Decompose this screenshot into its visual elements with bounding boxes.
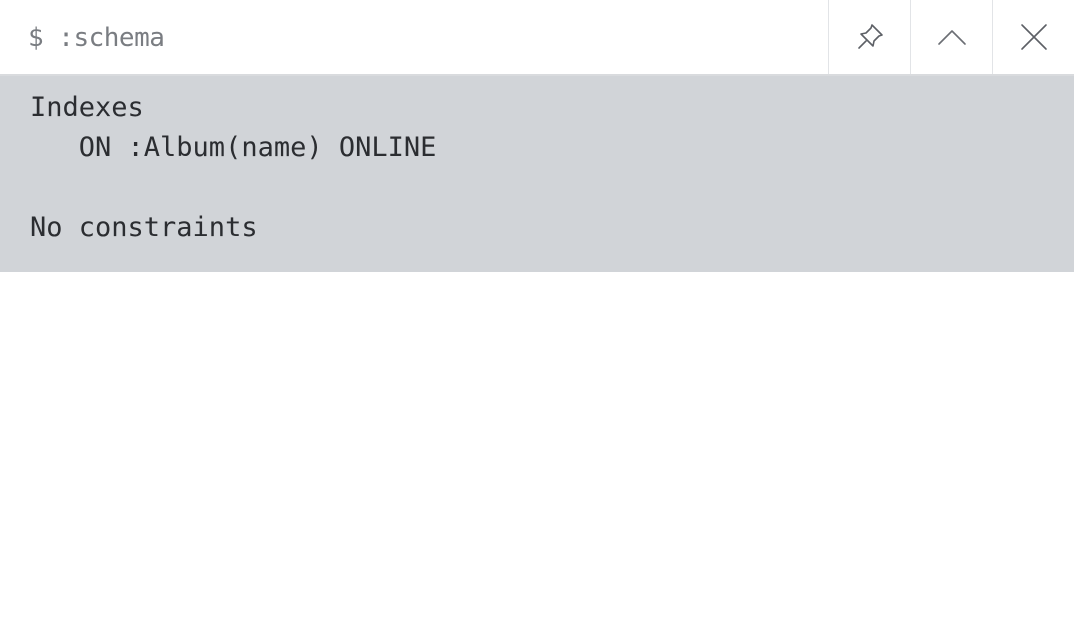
pin-icon [857,24,883,49]
close-button[interactable] [992,0,1074,74]
schema-output: Indexes ON :Album(name) ONLINE No constra… [30,88,436,248]
output-line-index-entry: ON :Album(name) ONLINE [30,132,437,163]
schema-result-panel: Indexes ON :Album(name) ONLINE No constra… [0,76,1074,272]
command-text[interactable]: $ :schema [28,20,165,56]
collapse-button[interactable] [910,0,992,74]
output-line-constraints: No constraints [30,212,258,243]
frame-header: $ :schema [0,0,1074,76]
result-frame: $ :schema Indexes ON:Album(name) ONLINE… [0,0,1074,624]
collapse-chevron-up-icon [937,30,966,45]
pin-button[interactable] [828,0,910,74]
close-icon [1020,24,1047,50]
output-line-blank [30,168,436,208]
output-line-indexes-heading: Indexes [30,92,144,123]
frame-actions [828,0,1074,74]
